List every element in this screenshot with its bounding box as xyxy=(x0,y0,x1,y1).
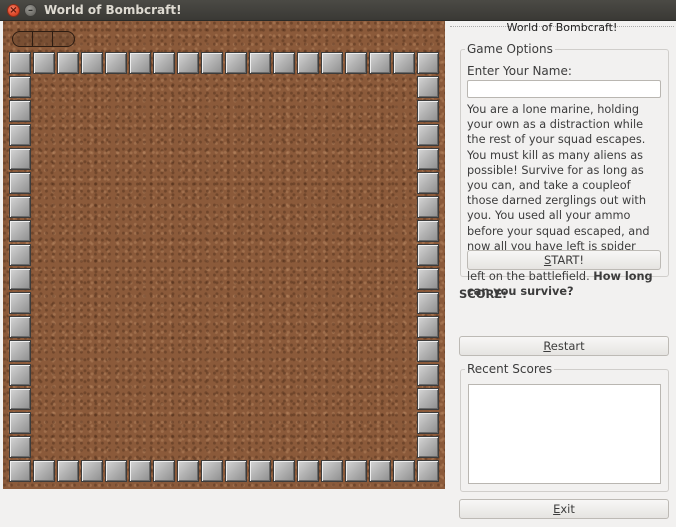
stone-block-icon xyxy=(33,460,55,482)
stone-block-icon xyxy=(9,364,31,386)
stone-block-icon xyxy=(153,52,175,74)
stone-block-icon xyxy=(249,52,271,74)
stone-block-icon xyxy=(297,52,319,74)
stone-block-icon xyxy=(417,148,439,170)
start-button[interactable]: START! xyxy=(467,250,661,270)
stone-block-icon xyxy=(9,196,31,218)
stone-block-icon xyxy=(129,460,151,482)
minimize-window-button[interactable]: – xyxy=(24,4,37,17)
stone-block-icon xyxy=(177,460,199,482)
exit-button[interactable]: Exit xyxy=(459,499,669,519)
stone-block-icon xyxy=(417,388,439,410)
game-options-title: Game Options xyxy=(465,42,555,56)
stone-block-icon xyxy=(417,460,439,482)
stone-block-icon xyxy=(345,52,367,74)
stone-block-icon xyxy=(201,52,223,74)
stone-block-icon xyxy=(273,52,295,74)
stone-block-icon xyxy=(417,364,439,386)
stone-block-icon xyxy=(153,460,175,482)
stone-block-icon xyxy=(417,220,439,242)
close-window-button[interactable]: × xyxy=(7,4,20,17)
stone-block-icon xyxy=(57,52,79,74)
stone-block-icon xyxy=(297,460,319,482)
window-title: World of Bombcraft! xyxy=(44,3,182,17)
stone-block-icon xyxy=(417,268,439,290)
stone-block-icon xyxy=(417,316,439,338)
hud-segment xyxy=(33,32,53,46)
stone-block-icon xyxy=(177,52,199,74)
score-label: SCORE: xyxy=(459,287,507,301)
wall-blocks xyxy=(3,21,445,489)
stone-block-icon xyxy=(9,268,31,290)
stone-block-icon xyxy=(417,244,439,266)
recent-scores-title: Recent Scores xyxy=(465,362,555,376)
stone-block-icon xyxy=(393,460,415,482)
stone-block-icon xyxy=(9,172,31,194)
stone-block-icon xyxy=(9,340,31,362)
stone-block-icon xyxy=(9,100,31,122)
hud-segment xyxy=(53,32,73,46)
restart-mnemonic: R xyxy=(543,339,551,353)
stone-block-icon xyxy=(393,52,415,74)
stone-block-icon xyxy=(9,292,31,314)
restart-label: estart xyxy=(550,339,585,353)
stone-block-icon xyxy=(249,460,271,482)
start-label: TART! xyxy=(551,253,585,267)
recent-scores-list[interactable] xyxy=(468,384,661,484)
stone-block-icon xyxy=(9,388,31,410)
window-titlebar: × – World of Bombcraft! xyxy=(0,0,676,21)
hud-indicator xyxy=(12,31,75,47)
stone-block-icon xyxy=(201,460,223,482)
stone-block-icon xyxy=(273,460,295,482)
stone-block-icon xyxy=(417,52,439,74)
stone-block-icon xyxy=(105,52,127,74)
stone-block-icon xyxy=(417,172,439,194)
stone-block-icon xyxy=(81,460,103,482)
stone-block-icon xyxy=(417,340,439,362)
stone-block-icon xyxy=(9,460,31,482)
close-icon: × xyxy=(9,5,18,16)
stone-block-icon xyxy=(417,76,439,98)
stone-block-icon xyxy=(417,436,439,458)
stone-block-icon xyxy=(129,52,151,74)
minimize-icon: – xyxy=(28,5,33,16)
stone-block-icon xyxy=(9,316,31,338)
panel-header: World of Bombcraft! xyxy=(506,21,618,34)
stone-block-icon xyxy=(9,412,31,434)
stone-block-icon xyxy=(105,460,127,482)
game-board[interactable] xyxy=(3,21,445,489)
stone-block-icon xyxy=(369,52,391,74)
restart-button[interactable]: Restart xyxy=(459,336,669,356)
stone-block-icon xyxy=(417,412,439,434)
stone-block-icon xyxy=(417,292,439,314)
stone-block-icon xyxy=(9,244,31,266)
stone-block-icon xyxy=(9,148,31,170)
stone-block-icon xyxy=(225,460,247,482)
stone-block-icon xyxy=(9,220,31,242)
stone-block-icon xyxy=(345,460,367,482)
stone-block-icon xyxy=(321,460,343,482)
stone-block-icon xyxy=(9,76,31,98)
exit-label: xit xyxy=(560,502,575,516)
stone-block-icon xyxy=(417,196,439,218)
stone-block-icon xyxy=(9,124,31,146)
stone-block-icon xyxy=(9,52,31,74)
stone-block-icon xyxy=(417,100,439,122)
stone-block-icon xyxy=(369,460,391,482)
stone-block-icon xyxy=(57,460,79,482)
stone-block-icon xyxy=(225,52,247,74)
name-input[interactable] xyxy=(467,80,661,98)
hud-segment xyxy=(13,32,33,46)
stone-block-icon xyxy=(33,52,55,74)
stone-block-icon xyxy=(417,124,439,146)
stone-block-icon xyxy=(9,436,31,458)
stone-block-icon xyxy=(81,52,103,74)
name-label: Enter Your Name: xyxy=(467,64,572,78)
stone-block-icon xyxy=(321,52,343,74)
